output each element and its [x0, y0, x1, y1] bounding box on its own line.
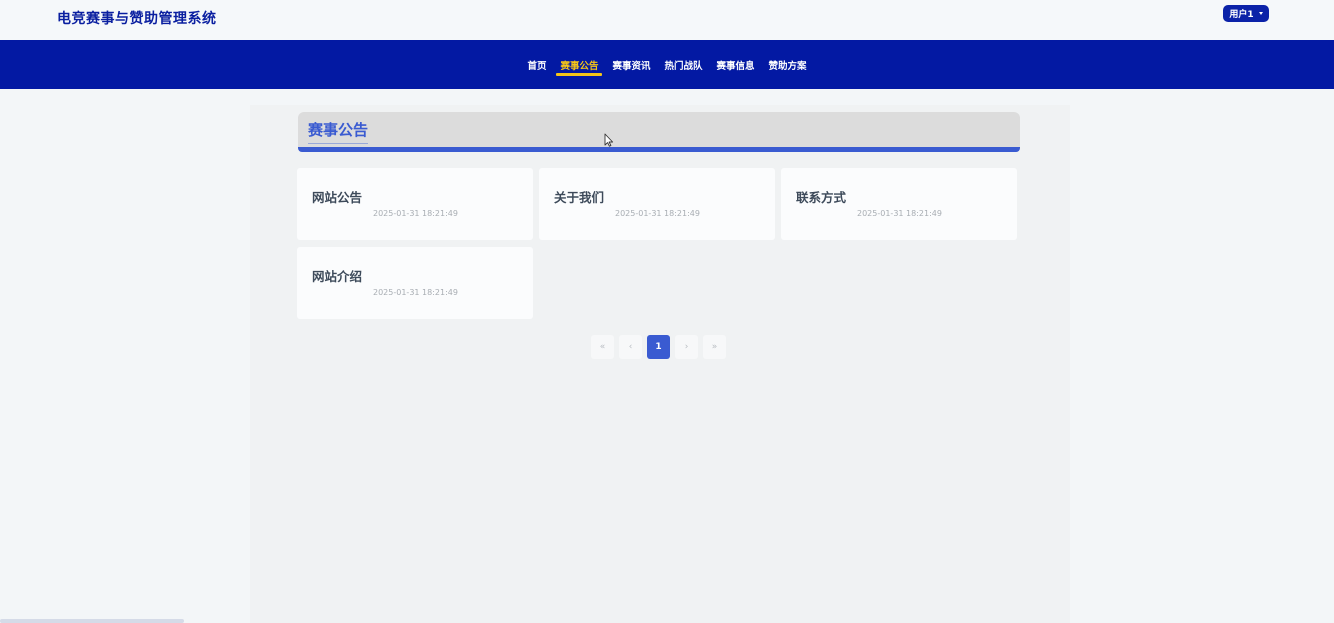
mouse-cursor-icon	[604, 133, 614, 147]
card-title: 关于我们	[554, 190, 605, 205]
card-title: 网站介绍	[312, 269, 363, 284]
nav-item-sponsorship[interactable]: 赞助方案	[764, 40, 812, 89]
card-date: 2025-01-31 18:21:49	[857, 209, 942, 218]
nav-item-events[interactable]: 赛事信息	[712, 40, 760, 89]
user-menu-button[interactable]: 用户1	[1223, 5, 1269, 22]
last-page-button[interactable]: »	[703, 335, 726, 359]
site-title: 电竞赛事与赞助管理系统	[57, 11, 217, 27]
announcement-card[interactable]: 关于我们 2025-01-31 18:21:49	[539, 168, 775, 240]
card-date: 2025-01-31 18:21:49	[615, 209, 700, 218]
page-number-button[interactable]: 1	[647, 335, 670, 359]
prev-page-button[interactable]: ‹	[619, 335, 642, 359]
card-date: 2025-01-31 18:21:49	[373, 288, 458, 297]
card-title: 联系方式	[796, 190, 847, 205]
announcement-card[interactable]: 网站介绍 2025-01-31 18:21:49	[297, 247, 533, 319]
top-bar: 电竞赛事与赞助管理系统 用户1	[0, 0, 1334, 40]
card-title: 网站公告	[312, 190, 363, 205]
first-page-button[interactable]: «	[591, 335, 614, 359]
main-nav: 首页 赛事公告 赛事资讯 热门战队 赛事信息 赞助方案	[0, 40, 1334, 89]
announcement-card[interactable]: 联系方式 2025-01-31 18:21:49	[781, 168, 1017, 240]
nav-item-teams[interactable]: 热门战队	[660, 40, 708, 89]
nav-item-news[interactable]: 赛事资讯	[607, 40, 655, 89]
section-header: 赛事公告	[298, 112, 1020, 152]
caret-down-icon	[1258, 12, 1263, 15]
announcement-card[interactable]: 网站公告 2025-01-31 18:21:49	[297, 168, 533, 240]
card-date: 2025-01-31 18:21:49	[373, 209, 458, 218]
section-title: 赛事公告	[308, 119, 369, 144]
user-menu-label: 用户1	[1229, 10, 1254, 20]
nav-item-announcements[interactable]: 赛事公告	[555, 40, 603, 89]
pagination: « ‹ 1 › »	[591, 335, 726, 359]
scroll-indicator	[0, 619, 184, 623]
nav-item-home[interactable]: 首页	[522, 40, 551, 89]
next-page-button[interactable]: ›	[675, 335, 698, 359]
